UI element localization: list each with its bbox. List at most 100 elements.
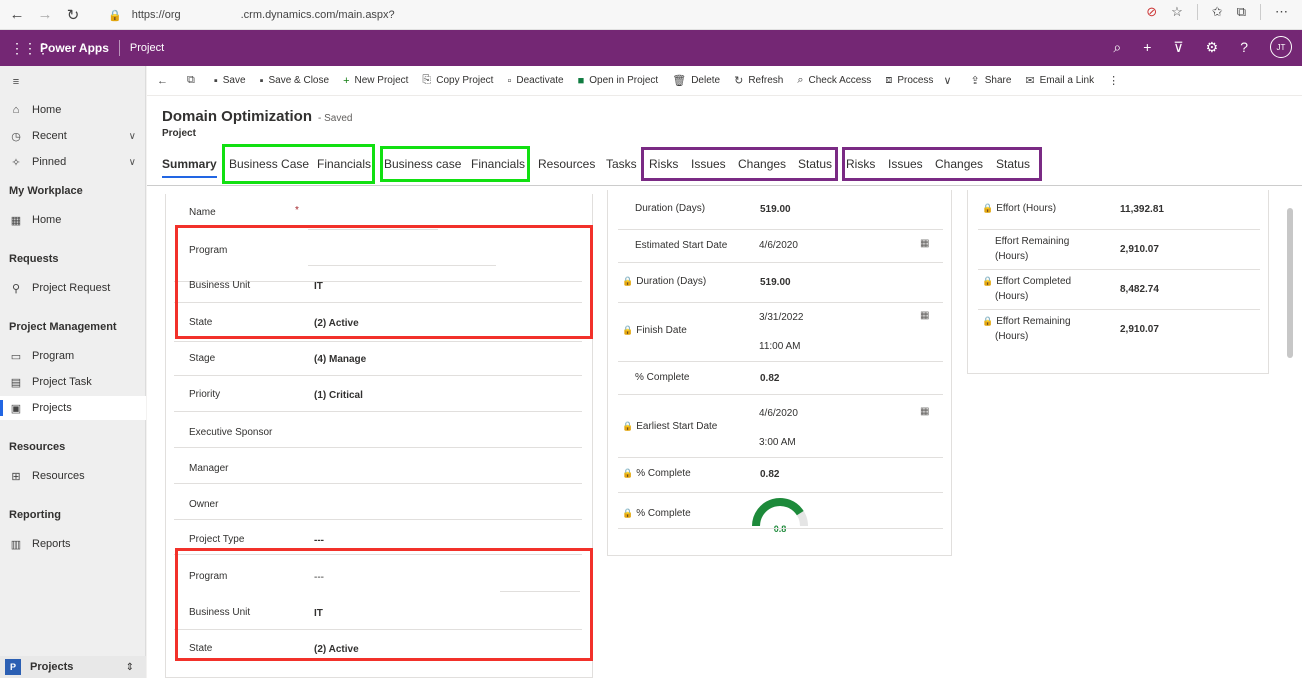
magnifier-icon: ⌕ xyxy=(797,74,804,86)
process-button[interactable]: ⧈ Process ∨ xyxy=(885,74,956,87)
check-access-button[interactable]: ⌕ Check Access xyxy=(797,74,871,87)
sidebar-item-label: Reports xyxy=(32,538,71,550)
share-icon: ⇪ xyxy=(970,75,980,87)
calendar-icon[interactable]: ▦ xyxy=(920,238,929,249)
reload-icon[interactable]: ↻ xyxy=(62,4,84,26)
tab-resources[interactable]: Resources xyxy=(538,157,595,171)
sidebar-item-resources[interactable]: ⊞ Resources xyxy=(0,464,146,488)
area-switcher[interactable]: P Projects ⇕ xyxy=(0,656,146,678)
deactivate-button[interactable]: ▫ Deactivate xyxy=(507,75,563,87)
email-link-button[interactable]: ✉ Email a Link xyxy=(1025,74,1094,87)
new-project-button[interactable]: + New Project xyxy=(343,75,408,87)
back-button[interactable]: ← xyxy=(157,75,173,87)
main-content: ← ⧉ ▪ Save ▪ Save & Close + New Project ⎘ Co… xyxy=(147,66,1302,678)
save-close-icon: ▪ xyxy=(259,74,264,87)
project-app-icon: ■ xyxy=(577,74,585,87)
stage-value[interactable]: (4) Manage xyxy=(314,354,366,365)
gauge-label: 0.8 xyxy=(774,524,787,534)
scrollbar-thumb[interactable] xyxy=(1287,208,1293,358)
sidebar-item-home[interactable]: ⌂ Home xyxy=(0,98,146,122)
save-icon: ▪ xyxy=(213,74,218,87)
calendar-icon[interactable]: ▦ xyxy=(920,406,929,417)
schedule-section: Duration (Days) 519.00 Estimated Start D… xyxy=(607,190,952,556)
brand-name[interactable]: Power Apps xyxy=(40,41,109,55)
popout-icon: ⧉ xyxy=(187,74,195,86)
copy-project-button[interactable]: ⎘ Copy Project xyxy=(422,74,493,87)
sidebar-item-project-task[interactable]: ▤ Project Task xyxy=(0,370,146,394)
new-icon[interactable]: + xyxy=(1143,39,1151,55)
gear-icon[interactable]: ⚙ xyxy=(1206,39,1219,56)
sidebar-item-pinned[interactable]: ✧ Pinned ∨ xyxy=(0,150,146,174)
sidebar-item-reports[interactable]: ▥ Reports xyxy=(0,532,146,556)
popout-button[interactable]: ⧉ xyxy=(187,74,200,87)
help-icon[interactable]: ? xyxy=(1240,39,1248,55)
lock-icon: 🔒 xyxy=(622,325,634,335)
sidebar-item-label: Recent xyxy=(32,130,67,142)
back-icon[interactable]: ← xyxy=(6,4,28,26)
sidebar-item-label: Project Task xyxy=(32,376,92,388)
browser-chrome: ← → ↻ 🔒 https://org .crm.dynamics.com/ma… xyxy=(0,0,1302,30)
sidebar-item-project-request[interactable]: ⚲ Project Request xyxy=(0,276,146,300)
share-button[interactable]: ⇪ Share xyxy=(971,74,1012,87)
avatar[interactable]: JT xyxy=(1270,36,1292,58)
save-button[interactable]: ▪ Save xyxy=(214,75,246,87)
save-close-button[interactable]: ▪ Save & Close xyxy=(260,75,330,87)
url-left: https://org xyxy=(131,9,181,21)
chevron-down-icon[interactable]: ∨ xyxy=(129,131,136,142)
monitor-icon: ▭ xyxy=(10,350,22,363)
project-type-value[interactable]: --- xyxy=(314,535,324,546)
record-header: Domain Optimization - Saved Project xyxy=(162,108,352,139)
more-icon[interactable]: ⋯ xyxy=(1275,4,1288,20)
sidebar-item-projects[interactable]: ▣ Projects xyxy=(0,396,146,420)
sidebar-item-program[interactable]: ▭ Program xyxy=(0,344,146,368)
process-icon: ⧈ xyxy=(885,74,893,86)
projects-icon: ▣ xyxy=(10,402,22,415)
scrollbar[interactable] xyxy=(1286,208,1294,568)
priority-value[interactable]: (1) Critical xyxy=(314,390,363,401)
home-icon: ⌂ xyxy=(12,104,20,116)
sidebar-item-label: Resources xyxy=(32,470,85,482)
area-badge: P xyxy=(5,659,21,675)
refresh-button[interactable]: ↻ Refresh xyxy=(734,74,783,87)
clock-icon: ◷ xyxy=(11,130,21,143)
resources-icon: ⊞ xyxy=(11,470,21,483)
pin-icon: ✧ xyxy=(11,156,21,169)
collections-icon[interactable]: ⧉ xyxy=(1237,4,1246,20)
arrow-left-icon: ← xyxy=(157,74,168,87)
tab-summary[interactable]: Summary xyxy=(162,157,217,178)
search-icon[interactable]: ⌕ xyxy=(1113,39,1121,56)
lock-icon: 🔒 xyxy=(982,203,994,213)
calendar-icon[interactable]: ▦ xyxy=(920,310,929,321)
report-icon: ▥ xyxy=(10,538,22,551)
favorite-star-icon[interactable]: ☆ xyxy=(1171,4,1183,20)
sidebar-group-title: Resources xyxy=(9,441,66,453)
more-vertical-icon: ⋮ xyxy=(1108,75,1120,87)
sidebar-item-recent[interactable]: ◷ Recent ∨ xyxy=(0,124,146,148)
hamburger-menu[interactable]: ≡ xyxy=(0,70,146,94)
address-bar[interactable]: 🔒 https://org .crm.dynamics.com/main.asp… xyxy=(108,4,1170,26)
forward-icon[interactable]: → xyxy=(34,4,56,26)
tab-tasks[interactable]: Tasks xyxy=(606,157,637,171)
sidebar-group-title: Requests xyxy=(9,253,59,265)
tracking-icon[interactable]: ⊘ xyxy=(1146,4,1157,20)
sidebar-item-workplace-home[interactable]: ▦ Home xyxy=(0,208,146,232)
filter-icon[interactable]: ⊽ xyxy=(1173,39,1183,56)
trash-icon: 🗑 xyxy=(672,75,687,87)
favorites-icon[interactable]: ✩ xyxy=(1212,4,1223,20)
sidebar-item-label: Program xyxy=(32,350,75,362)
clipboard-icon: ▤ xyxy=(10,376,22,389)
overflow-button[interactable]: ⋮ xyxy=(1108,74,1124,87)
deactivate-icon: ▫ xyxy=(507,74,512,87)
highlight-box-green xyxy=(380,146,530,182)
record-title: Domain Optimization xyxy=(162,108,312,125)
lock-icon: 🔒 xyxy=(108,9,122,22)
refresh-icon: ↻ xyxy=(734,75,744,87)
chevron-down-icon[interactable]: ∨ xyxy=(129,157,136,168)
delete-button[interactable]: 🗑 Delete xyxy=(672,74,720,87)
app-header: ⋮⋮⋮ Power Apps Project ⌕ + ⊽ ⚙ ? JT xyxy=(0,30,1302,66)
open-in-project-button[interactable]: ■ Open in Project xyxy=(578,75,659,87)
dashboard-icon: ▦ xyxy=(10,214,22,227)
highlight-box-purple xyxy=(641,147,838,181)
app-launcher-icon[interactable]: ⋮⋮⋮ xyxy=(10,40,50,57)
entity-name: Project xyxy=(162,128,196,139)
